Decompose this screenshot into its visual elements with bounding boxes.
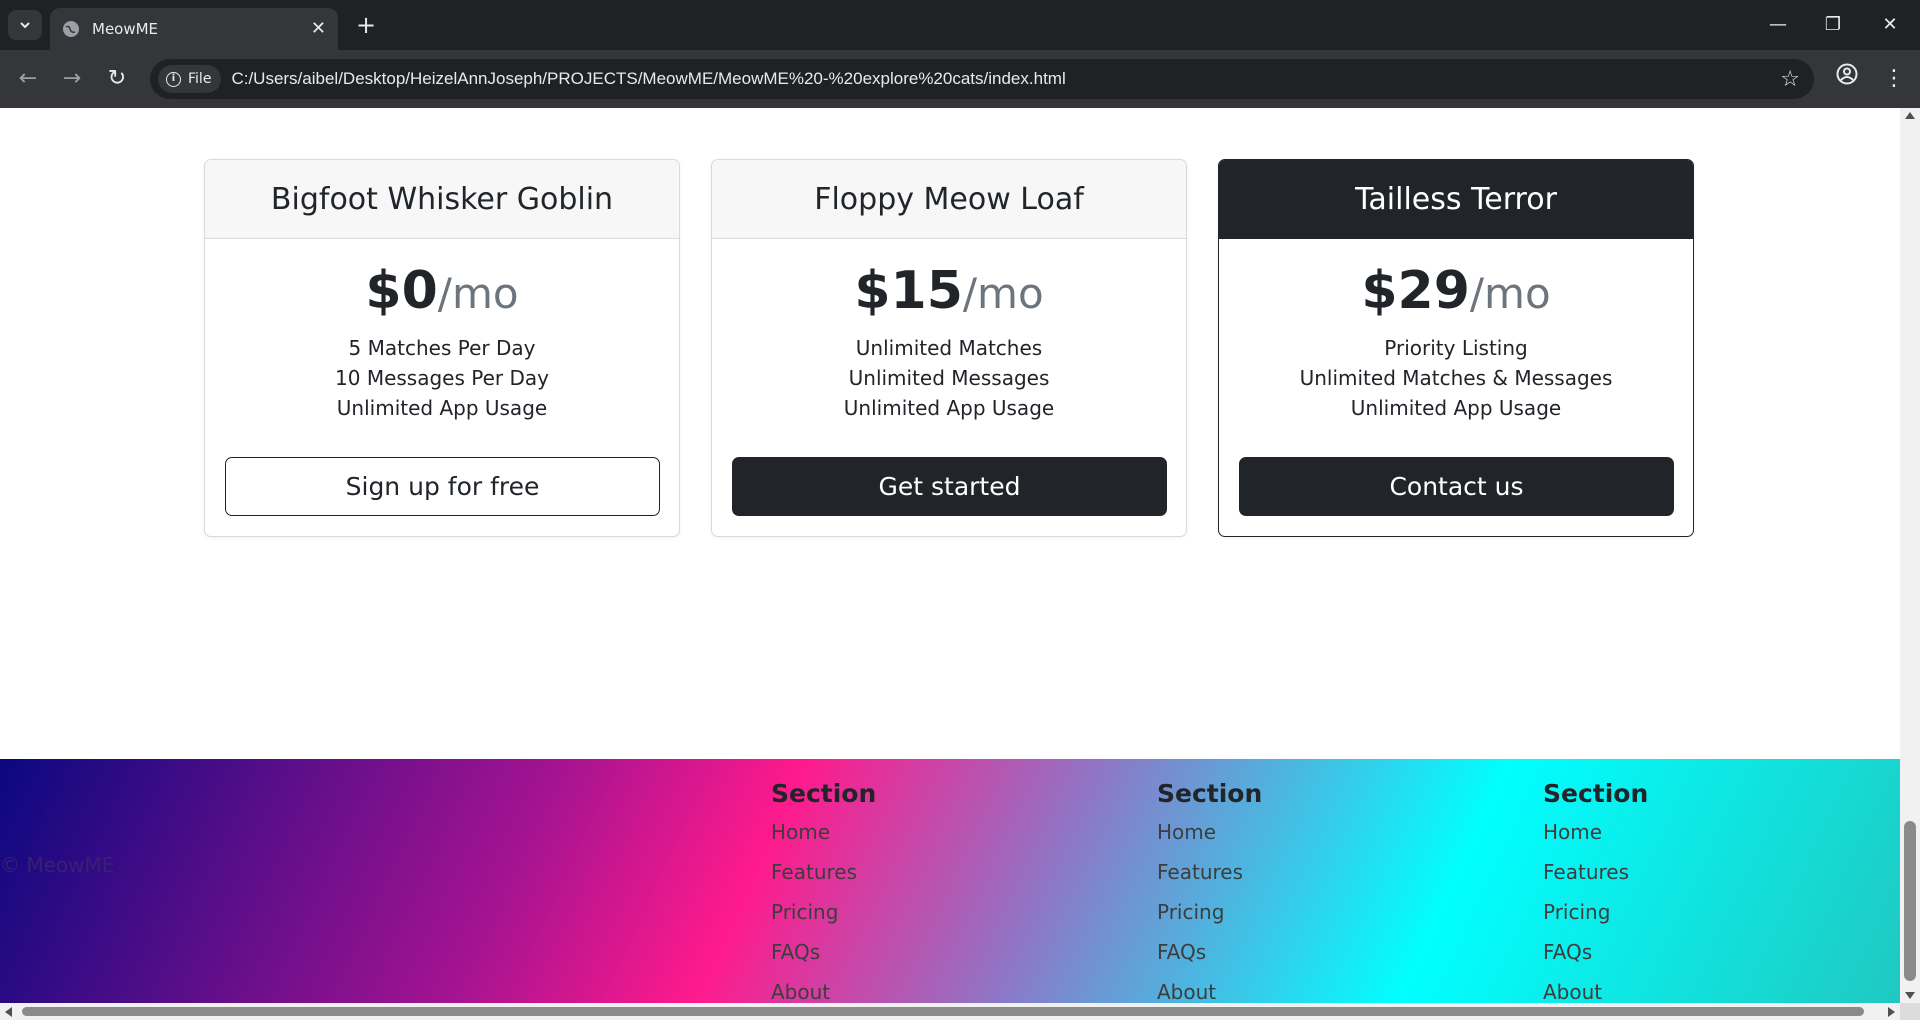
url-text[interactable]: C:/Users/aibel/Desktop/HeizelAnnJoseph/P… [231,69,1065,89]
tab-search-button[interactable] [8,10,42,40]
copyright-text: © MeowME [0,853,115,877]
feature-item: 5 Matches Per Day [348,336,536,360]
feature-item: 10 Messages Per Day [335,366,549,390]
minimize-icon[interactable]: — [1763,10,1793,40]
info-icon: i [166,71,181,87]
scroll-up-arrow[interactable] [1905,112,1915,119]
scroll-thumb[interactable] [1904,821,1916,981]
feature-item: Priority Listing [1384,336,1528,360]
footer-link-home[interactable]: Home [1543,818,1648,858]
pricing-card-pro: Floppy Meow Loaf $15/mo Unlimited Matche… [711,159,1187,537]
footer-link-about[interactable]: About [1157,978,1262,1003]
menu-icon[interactable]: ⋮ [1878,63,1910,95]
feature-list: 5 Matches Per Day 10 Messages Per Day Un… [205,333,679,423]
scroll-right-arrow[interactable] [1888,1007,1895,1017]
card-price: $15/mo [854,261,1044,321]
pricing-card-enterprise: Tailless Terror $29/mo Priority Listing … [1218,159,1694,537]
forward-icon[interactable]: → [56,63,88,95]
browser-tab[interactable]: MeowME ✕ [50,8,338,50]
url-chip-label: File [188,71,212,87]
footer-heading: Section [1543,779,1649,808]
feature-item: Unlimited App Usage [336,396,548,420]
chevron-down-icon [20,22,30,29]
footer-link-faqs[interactable]: FAQs [1543,938,1648,978]
vertical-scrollbar[interactable] [1900,108,1920,1003]
contact-us-button[interactable]: Contact us [1239,457,1674,516]
address-bar[interactable]: i File C:/Users/aibel/Desktop/HeizelAnnJ… [150,59,1814,99]
scroll-down-arrow[interactable] [1905,992,1915,999]
footer-link-faqs[interactable]: FAQs [1157,938,1262,978]
horizontal-scrollbar[interactable] [0,1003,1920,1020]
card-price: $29/mo [1361,261,1551,321]
scroll-left-arrow[interactable] [5,1007,12,1017]
card-title: Floppy Meow Loaf [712,160,1186,239]
feature-list: Priority Listing Unlimited Matches & Mes… [1219,333,1693,423]
tab-title: MeowME [92,20,159,38]
feature-item: Unlimited Matches [855,336,1043,360]
footer-link-pricing[interactable]: Pricing [1157,898,1262,938]
globe-icon [63,21,79,37]
star-icon[interactable]: ☆ [1780,67,1800,92]
card-title: Tailless Terror [1219,160,1693,239]
footer-heading: Section [771,779,877,808]
reload-icon[interactable]: ↻ [101,63,133,95]
footer-link-features[interactable]: Features [771,858,876,898]
close-icon[interactable]: ✕ [311,20,326,38]
page-viewport: Bigfoot Whisker Goblin $0/mo 5 Matches P… [0,108,1900,1003]
footer-heading: Section [1157,779,1263,808]
browser-titlebar: MeowME ✕ + — ❐ ✕ [0,0,1920,50]
footer-link-pricing[interactable]: Pricing [1543,898,1648,938]
feature-item: Unlimited App Usage [843,396,1055,420]
scroll-thumb[interactable] [22,1007,1864,1016]
footer-link-about[interactable]: About [771,978,876,1003]
scrollbar-corner [1900,1003,1920,1020]
card-title: Bigfoot Whisker Goblin [205,160,679,239]
close-window-icon[interactable]: ✕ [1875,10,1905,40]
footer-link-features[interactable]: Features [1543,858,1648,898]
site-info-chip[interactable]: i File [158,65,222,93]
pricing-card-free: Bigfoot Whisker Goblin $0/mo 5 Matches P… [204,159,680,537]
footer-link-pricing[interactable]: Pricing [771,898,876,938]
feature-item: Unlimited App Usage [1350,396,1562,420]
footer-link-about[interactable]: About [1543,978,1648,1003]
back-icon[interactable]: ← [12,63,44,95]
footer-link-home[interactable]: Home [1157,818,1262,858]
footer-link-home[interactable]: Home [771,818,876,858]
footer-link-faqs[interactable]: FAQs [771,938,876,978]
restore-icon[interactable]: ❐ [1818,10,1848,40]
footer-column: Section Home Features Pricing FAQs About [1157,779,1262,1003]
site-footer: © MeowME Section Home Features Pricing F… [0,759,1900,1003]
get-started-button[interactable]: Get started [732,457,1167,516]
footer-column: Section Home Features Pricing FAQs About [771,779,876,1003]
feature-list: Unlimited Matches Unlimited Messages Unl… [712,333,1186,423]
feature-item: Unlimited Messages [848,366,1050,390]
footer-link-features[interactable]: Features [1157,858,1262,898]
profile-icon[interactable] [1831,63,1863,95]
footer-column: Section Home Features Pricing FAQs About [1543,779,1648,1003]
card-price: $0/mo [365,261,519,321]
sign-up-button[interactable]: Sign up for free [225,457,660,516]
plus-icon[interactable]: + [352,12,380,40]
feature-item: Unlimited Matches & Messages [1299,366,1613,390]
browser-toolbar: ← → ↻ i File C:/Users/aibel/Desktop/Heiz… [0,50,1920,108]
